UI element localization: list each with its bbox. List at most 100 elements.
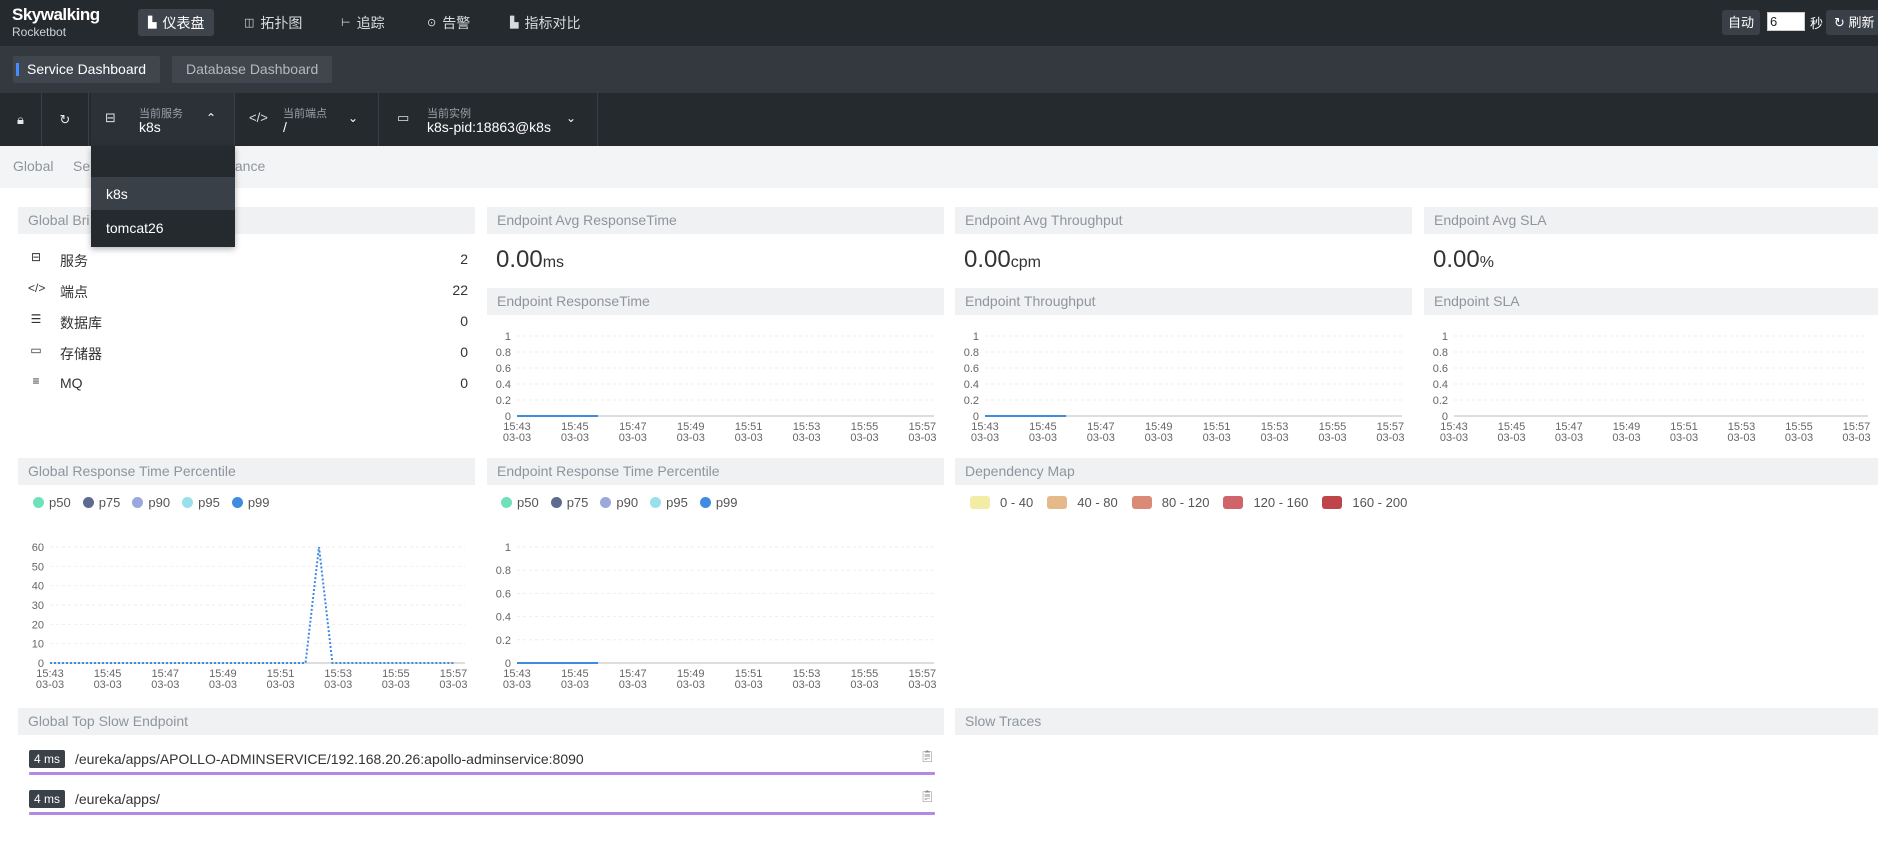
service-option-k8s[interactable]: k8s xyxy=(91,178,235,210)
service-selector-value: k8s xyxy=(139,119,161,135)
tab-service-dashboard[interactable]: Service Dashboard xyxy=(13,56,161,83)
global-percentile-title: Global Response Time Percentile xyxy=(18,458,475,485)
legend-item[interactable]: 40 - 80 xyxy=(1047,495,1118,510)
x-tick-label: 03-03 xyxy=(503,679,531,691)
nav-alarm[interactable]: ⊙ 告警 xyxy=(417,9,480,36)
legend-item[interactable]: p90 xyxy=(600,495,638,510)
legend-item[interactable]: 80 - 120 xyxy=(1131,495,1209,510)
endpoint-url[interactable]: /eureka/apps/APOLLO-ADMINSERVICE/192.168… xyxy=(75,751,584,767)
x-tick-label: 03-03 xyxy=(619,679,647,691)
legend-item[interactable]: p75 xyxy=(82,495,120,510)
refresh-button[interactable]: ↻ 刷新 xyxy=(1826,10,1878,35)
legend-dot xyxy=(82,497,94,508)
endpoint-url[interactable]: /eureka/apps/ xyxy=(75,791,160,807)
nav-trace[interactable]: ⊢ 追踪 xyxy=(331,9,395,36)
copy-icon[interactable]: 📋︎ xyxy=(920,789,935,803)
legend-item[interactable]: p50 xyxy=(33,495,71,510)
legend-dot xyxy=(33,497,44,508)
dependency-map-title: Dependency Map xyxy=(955,458,1878,485)
x-tick-label: 03-03 xyxy=(382,679,410,691)
dashboard-tabs: Service Dashboard Database Dashboard xyxy=(0,46,1878,93)
service-option-tomcat26[interactable]: tomcat26 xyxy=(91,212,235,244)
service-selector[interactable]: ⊟ 当前服务 k8s ⌃ xyxy=(91,93,235,146)
x-tick-label: 03-03 xyxy=(266,679,294,691)
x-tick-label: 03-03 xyxy=(850,679,878,691)
legend-dot xyxy=(231,497,243,508)
endpoint-percentile-legend: p50 p75 p90 p95 p99 xyxy=(501,495,750,510)
nav-compare[interactable]: ▙ 指标对比 xyxy=(500,9,590,36)
legend-label: p99 xyxy=(247,495,270,510)
top-header: Skywalking Rocketbot ▙ 仪表盘 ◫ 拓扑图 ⊢ 追踪 ⊙ 告警 ▙… xyxy=(0,0,1878,46)
nav-dashboard[interactable]: ▙ 仪表盘 xyxy=(138,9,215,36)
breadcrumb-instance[interactable]: tance xyxy=(231,158,265,174)
legend-label: p95 xyxy=(198,495,220,510)
mq-icon: ≡ xyxy=(32,374,40,388)
legend-item[interactable]: p90 xyxy=(132,495,170,510)
legend-item[interactable]: 160 - 200 xyxy=(1322,495,1407,510)
brief-row-mq: ≡ MQ 0 xyxy=(28,373,468,393)
logo[interactable]: Skywalking Rocketbot xyxy=(12,6,100,38)
nav-topology[interactable]: ◫ 拓扑图 xyxy=(234,9,312,36)
legend-swatch xyxy=(970,496,990,509)
legend-item[interactable]: 120 - 160 xyxy=(1223,495,1308,510)
lock-icon: 🔒︎ xyxy=(17,111,24,127)
avg-response-time-value: 0.00ms xyxy=(496,246,564,274)
tab-database-dashboard[interactable]: Database Dashboard xyxy=(172,56,333,83)
x-tick-label: 03-03 xyxy=(94,679,122,691)
brief-label: MQ xyxy=(60,375,83,391)
breadcrumb-global[interactable]: Global xyxy=(13,158,53,174)
copy-icon[interactable]: 📋︎ xyxy=(920,749,935,763)
reload-button[interactable]: ↻ xyxy=(42,93,89,146)
breadcrumb-service[interactable]: Se xyxy=(73,158,90,174)
brief-value: 0 xyxy=(460,313,468,329)
x-tick-label: 03-03 xyxy=(561,432,589,444)
endpoint-selector[interactable]: </> 当前端点 / ⌄ xyxy=(235,93,379,146)
legend-item[interactable]: p95 xyxy=(650,495,688,510)
y-tick-label: 1 xyxy=(505,331,511,343)
x-tick-label: 03-03 xyxy=(908,679,936,691)
legend-item[interactable]: p99 xyxy=(231,495,270,510)
service-search-input[interactable] xyxy=(91,146,235,178)
x-tick-label: 03-03 xyxy=(677,432,705,444)
instance-selector[interactable]: ▭ 当前实例 k8s-pid:18863@k8s ⌄ xyxy=(379,93,598,146)
brief-label: 存储器 xyxy=(60,346,102,362)
y-tick-label: 0.4 xyxy=(496,379,511,391)
x-tick-label: 03-03 xyxy=(151,679,179,691)
auto-refresh-toggle[interactable]: 自动 xyxy=(1722,10,1760,35)
legend-item[interactable]: 0 - 40 xyxy=(970,495,1033,510)
x-tick-label: 03-03 xyxy=(1145,432,1173,444)
avg-throughput-value: 0.00cpm xyxy=(964,246,1041,274)
x-tick-label: 03-03 xyxy=(735,432,763,444)
legend-item[interactable]: p95 xyxy=(182,495,220,510)
endpoint-icon: </> xyxy=(249,110,268,125)
storage-icon: ▭ xyxy=(30,343,42,357)
refresh-interval-input[interactable] xyxy=(1767,12,1805,31)
legend-item[interactable]: p75 xyxy=(550,495,588,510)
endpoint-throughput-title: Endpoint Throughput xyxy=(955,288,1412,315)
y-tick-label: 0.8 xyxy=(1433,347,1448,359)
legend-item[interactable]: p99 xyxy=(699,495,738,510)
y-tick-label: 0.2 xyxy=(496,395,511,407)
y-tick-label: 0.4 xyxy=(496,612,511,624)
legend-item[interactable]: p50 xyxy=(501,495,539,510)
x-tick-label: 03-03 xyxy=(793,432,821,444)
x-tick-label: 03-03 xyxy=(1376,432,1404,444)
x-tick-label: 03-03 xyxy=(1842,432,1870,444)
endpoint-response-time-title: Endpoint ResponseTime xyxy=(487,288,944,315)
topology-icon: ◫ xyxy=(244,17,255,29)
legend-label: 40 - 80 xyxy=(1077,495,1118,510)
legend-label: p95 xyxy=(666,495,688,510)
brief-label: 端点 xyxy=(60,284,88,300)
instance-selector-value: k8s-pid:18863@k8s xyxy=(427,119,551,135)
endpoint-selector-value: / xyxy=(283,119,287,135)
chevron-up-icon: ⌃ xyxy=(206,111,217,125)
metric-number: 0.00 xyxy=(1433,246,1480,273)
endpoint-throughput-chart: 00.20.40.60.8115:4303-0315:4503-0315:470… xyxy=(964,331,1405,444)
duration-bar xyxy=(29,812,935,815)
logo-subtitle: Rocketbot xyxy=(12,25,67,39)
legend-swatch xyxy=(1322,496,1343,509)
nav-label: 拓扑图 xyxy=(260,14,303,31)
x-tick-label: 03-03 xyxy=(735,679,763,691)
lock-button[interactable]: 🔒︎ xyxy=(0,93,42,146)
metric-unit: ms xyxy=(542,254,565,271)
